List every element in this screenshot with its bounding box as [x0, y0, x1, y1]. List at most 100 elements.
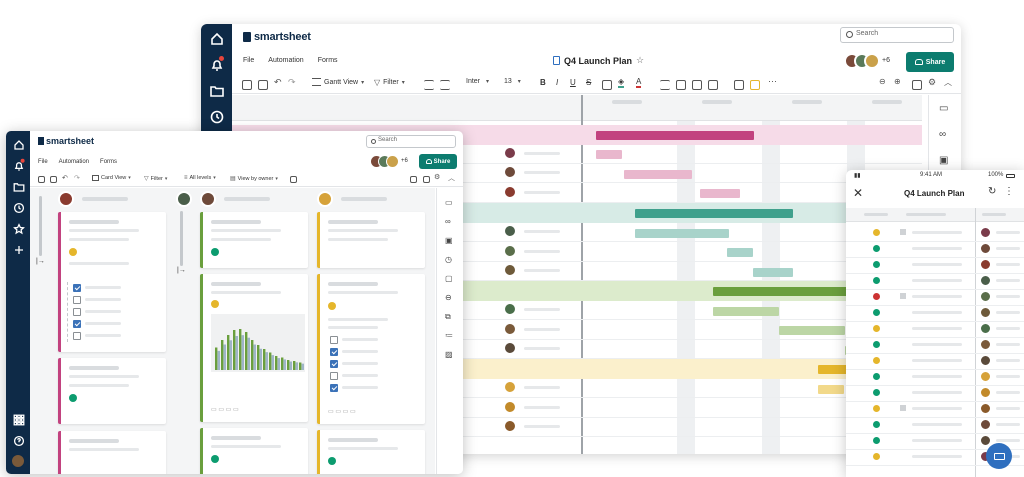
task-bar[interactable]	[596, 131, 754, 140]
home-icon[interactable]	[13, 139, 24, 150]
bold-icon[interactable]: B	[540, 78, 546, 87]
menu-file[interactable]: File	[38, 159, 48, 165]
comment-icon[interactable]: ▭	[939, 103, 948, 114]
card[interactable]	[58, 431, 166, 474]
link-icon[interactable]: ∞	[939, 129, 946, 140]
redo-icon[interactable]: ↷	[288, 77, 296, 88]
grid-icon[interactable]	[290, 176, 297, 183]
outdent-icon[interactable]	[440, 80, 450, 90]
task-bar[interactable]	[700, 189, 740, 198]
keyboard-button[interactable]	[986, 443, 1012, 469]
collaborators[interactable]: +6	[844, 53, 898, 71]
task-bar[interactable]	[624, 170, 692, 179]
save-icon[interactable]	[38, 176, 45, 183]
marker-icon[interactable]	[750, 80, 760, 90]
print-icon[interactable]	[258, 80, 268, 90]
checkbox[interactable]	[73, 320, 81, 328]
folder-icon[interactable]	[210, 84, 224, 98]
group-by-selector[interactable]: ▤ View by owner ▾	[230, 175, 278, 183]
card-logo[interactable]: smartsheet	[38, 136, 94, 146]
more-icon[interactable]: ⋯	[768, 76, 777, 87]
card[interactable]	[317, 212, 425, 268]
attachment-icon[interactable]: ▣	[445, 236, 453, 245]
task-bar[interactable]	[635, 229, 729, 238]
filter-button[interactable]: ▽ Filter ▾	[374, 78, 405, 87]
filter-button[interactable]: ▽ Filter ▾	[144, 175, 167, 183]
link-icon[interactable]: ∞	[445, 217, 451, 226]
align-icon[interactable]	[660, 80, 670, 90]
clear-format-icon[interactable]	[692, 80, 702, 90]
conditional-format-icon[interactable]	[708, 80, 718, 90]
undo-icon[interactable]: ↶	[274, 77, 282, 88]
expand-lane-icon[interactable]: |→	[36, 258, 45, 265]
share-button[interactable]: Share	[906, 52, 954, 72]
image-icon[interactable]	[410, 176, 417, 183]
clock-icon[interactable]	[210, 110, 224, 124]
view-selector[interactable]: Gantt View ▾	[312, 78, 364, 86]
redo-icon[interactable]: ↷	[74, 174, 80, 182]
card[interactable]	[200, 428, 308, 474]
activity-icon[interactable]: ◷	[445, 255, 452, 264]
format-icon[interactable]	[676, 80, 686, 90]
wrap-text-icon[interactable]	[602, 80, 612, 90]
settings-icon[interactable]: ⚙	[928, 77, 936, 88]
checkbox[interactable]	[330, 384, 338, 392]
history-icon[interactable]: ⧉	[445, 312, 451, 322]
menu-file[interactable]: File	[243, 57, 254, 64]
task-bar[interactable]	[635, 209, 793, 218]
levels-selector[interactable]: ≡ All levels ▾	[184, 175, 216, 181]
menu-automation[interactable]: Automation	[59, 159, 89, 165]
refresh-icon[interactable]: ↻	[988, 186, 996, 197]
checkbox[interactable]	[330, 348, 338, 356]
card[interactable]: ▭ ▭ ▭ ▭	[200, 274, 308, 422]
attachment-icon[interactable]: ▣	[939, 155, 948, 166]
summary-icon[interactable]: ⊖	[445, 293, 452, 302]
checkbox[interactable]	[330, 360, 338, 368]
strikethrough-icon[interactable]: S	[586, 78, 591, 87]
card[interactable]	[58, 358, 166, 424]
menu-forms[interactable]: Forms	[318, 57, 338, 64]
bell-icon[interactable]	[13, 158, 25, 171]
font-selector[interactable]: Inter ▾	[466, 78, 489, 85]
card-search[interactable]: Search	[366, 135, 456, 148]
task-bar[interactable]	[713, 307, 779, 316]
lane-scrollbar[interactable]	[39, 196, 42, 256]
highlight-icon[interactable]	[734, 80, 744, 90]
favorite-star-icon[interactable]: ☆	[636, 55, 644, 66]
collapse-icon[interactable]: ︿	[944, 77, 952, 88]
home-icon[interactable]	[210, 32, 224, 46]
more-vertical-icon[interactable]: ⋮	[1004, 186, 1014, 197]
checkbox[interactable]	[330, 336, 338, 344]
task-bar[interactable]	[779, 326, 845, 335]
checkbox[interactable]	[330, 372, 338, 380]
help-icon[interactable]	[13, 435, 25, 447]
menu-automation[interactable]: Automation	[268, 57, 303, 64]
checkbox[interactable]	[73, 332, 81, 340]
underline-icon[interactable]: U	[570, 78, 576, 87]
folder-icon[interactable]	[13, 181, 25, 192]
close-icon[interactable]: ✕	[853, 186, 863, 200]
task-bar[interactable]	[753, 268, 793, 277]
card[interactable]	[58, 212, 166, 352]
zoom-out-icon[interactable]: ⊖	[879, 77, 886, 86]
lane-scrollbar[interactable]	[180, 211, 183, 266]
image-icon[interactable]: ▨	[445, 350, 453, 359]
forms-icon[interactable]: ≔	[445, 331, 453, 340]
checkbox[interactable]	[73, 284, 81, 292]
fill-color-icon[interactable]: ◈	[618, 77, 625, 88]
critical-path-icon[interactable]	[912, 80, 922, 90]
zoom-in-icon[interactable]: ⊕	[894, 77, 901, 86]
grid-divider[interactable]	[581, 95, 583, 454]
settings-icon[interactable]: ⚙	[434, 173, 440, 181]
plus-icon[interactable]	[13, 244, 24, 255]
gantt-logo[interactable]: smartsheet	[243, 30, 311, 44]
view-selector[interactable]: Card View ▾	[92, 175, 131, 181]
calendar-icon[interactable]	[423, 176, 430, 183]
bell-icon[interactable]	[210, 56, 224, 72]
task-bar[interactable]	[596, 150, 622, 159]
task-bar[interactable]	[727, 248, 753, 257]
task-bar[interactable]	[818, 385, 844, 394]
checkbox[interactable]	[73, 308, 81, 316]
apps-icon[interactable]	[13, 414, 25, 426]
card[interactable]	[317, 430, 425, 474]
